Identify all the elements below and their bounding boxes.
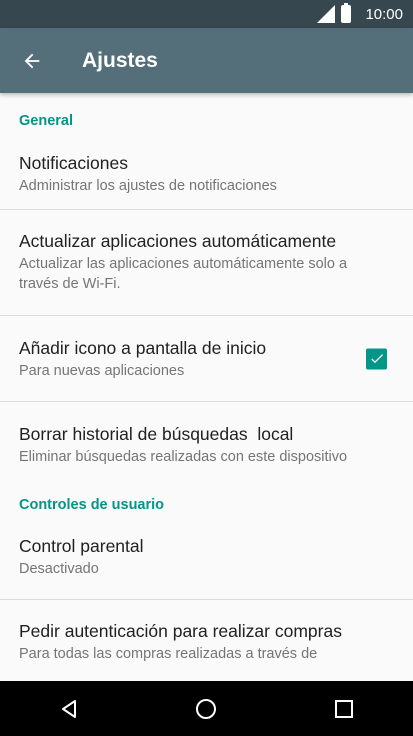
navigation-bar [0, 681, 413, 736]
nav-recents-button[interactable] [314, 681, 374, 736]
status-time: 10:00 [365, 5, 403, 23]
setting-auto-update-subtitle-line1: Actualizar las aplicaciones automáticame… [19, 256, 348, 272]
setting-notifications[interactable]: Notificaciones Administrar los ajustes d… [0, 143, 413, 209]
setting-clear-history[interactable]: Borrar historial de búsquedas local Elim… [0, 402, 413, 487]
app-bar: Ajustes [0, 28, 413, 93]
setting-notifications-subtitle: Administrar los ajustes de notificacione… [19, 178, 277, 194]
section-header-user-controls: Controles de usuario [19, 497, 165, 513]
setting-auto-update-subtitle-line2: través de Wi-Fi. [19, 276, 121, 292]
battery-icon [341, 3, 352, 23]
status-icons: 10:00 [317, 3, 403, 23]
setting-auto-update-subtitle: Actualizar las aplicaciones automáticame… [19, 254, 394, 294]
settings-list[interactable]: General Notificaciones Administrar los a… [0, 93, 413, 681]
setting-clear-history-title: Borrar historial de búsquedas local [19, 424, 294, 444]
setting-auto-update-title: Actualizar aplicaciones automáticamente [19, 231, 337, 251]
setting-clear-history-subtitle: Eliminar búsquedas realizadas con este d… [19, 449, 348, 465]
setting-purchase-auth[interactable]: Pedir autenticación para realizar compra… [0, 600, 413, 681]
check-icon [370, 354, 383, 364]
recents-square-icon [335, 699, 354, 718]
section-header-general: General [19, 113, 73, 129]
back-triangle-icon [61, 699, 76, 718]
page-title: Ajustes [82, 48, 158, 72]
setting-purchase-auth-subtitle: Para todas las compras realizadas a trav… [19, 646, 318, 662]
setting-add-icon-subtitle: Para nuevas aplicaciones [19, 363, 185, 379]
nav-back-button[interactable] [39, 681, 99, 736]
setting-auto-update[interactable]: Actualizar aplicaciones automáticamente … [0, 210, 413, 315]
signal-icon [317, 5, 336, 23]
add-icon-checkbox[interactable] [366, 348, 387, 369]
arrow-back-icon [24, 53, 40, 68]
setting-purchase-auth-title: Pedir autenticación para realizar compra… [19, 621, 342, 641]
setting-notifications-title: Notificaciones [19, 153, 128, 173]
setting-add-icon-title: Añadir icono a pantalla de inicio [19, 338, 267, 358]
home-circle-icon [196, 698, 217, 719]
setting-parental-control-title: Control parental [19, 536, 144, 556]
setting-parental-control[interactable]: Control parental Desactivado [0, 535, 413, 599]
status-bar: 10:00 [0, 0, 413, 28]
back-button[interactable] [0, 28, 64, 93]
setting-parental-control-subtitle: Desactivado [19, 561, 99, 577]
setting-add-icon[interactable]: Añadir icono a pantalla de inicio Para n… [0, 316, 413, 401]
nav-home-button[interactable] [176, 681, 236, 736]
